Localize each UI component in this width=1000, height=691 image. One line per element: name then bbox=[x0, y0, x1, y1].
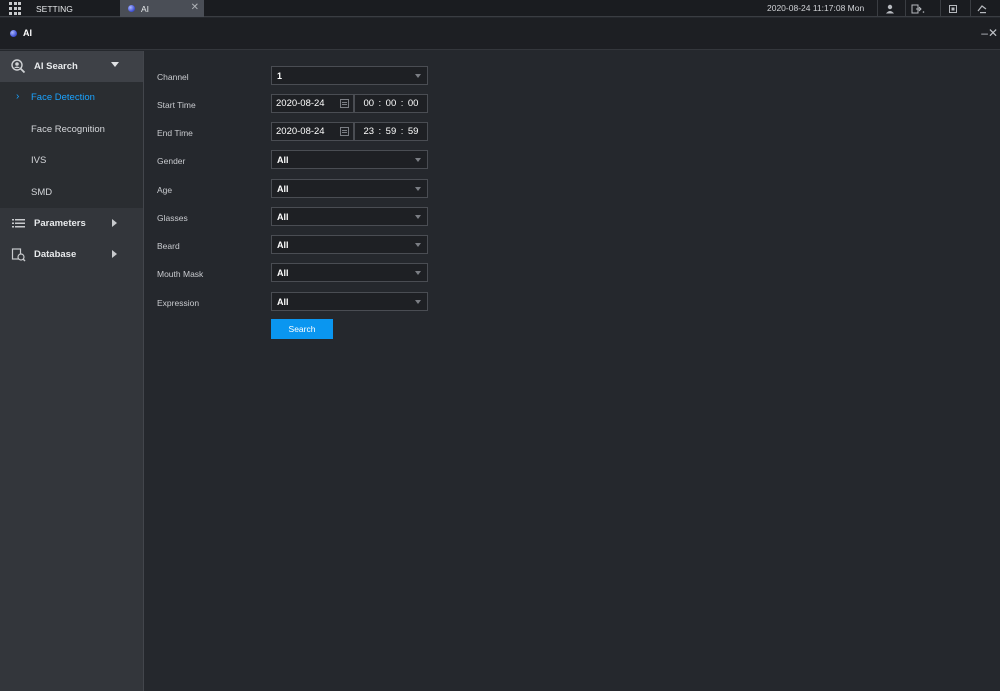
list-icon bbox=[11, 216, 26, 231]
main-menu-grid-icon[interactable] bbox=[9, 2, 22, 15]
sidebar-item-face-detection[interactable]: › Face Detection bbox=[0, 82, 143, 114]
calendar-icon[interactable] bbox=[340, 99, 349, 108]
sidebar-item-face-recognition[interactable]: Face Recognition bbox=[0, 113, 143, 145]
window-title: AI bbox=[10, 28, 32, 38]
gender-select[interactable]: All bbox=[271, 150, 428, 169]
sidebar-item-label: Face Detection bbox=[31, 92, 95, 104]
chevron-down-icon bbox=[415, 271, 421, 275]
beard-select[interactable]: All bbox=[271, 235, 428, 254]
start-date-value: 2020-08-24 bbox=[276, 98, 325, 109]
start-minute[interactable]: 00 bbox=[386, 98, 397, 109]
end-date-input[interactable]: 2020-08-24 bbox=[271, 122, 354, 141]
chevron-down-icon bbox=[415, 243, 421, 247]
tab-setting-label: SETTING bbox=[36, 3, 73, 14]
logout-icon[interactable] bbox=[905, 0, 929, 17]
chevron-right-icon: › bbox=[16, 91, 20, 102]
sidebar-item-label: Face Recognition bbox=[31, 123, 105, 135]
sidebar-item-label: IVS bbox=[31, 155, 47, 167]
window-header: AI –✕ bbox=[0, 18, 1000, 50]
close-icon[interactable]: ✕ bbox=[988, 26, 998, 40]
end-minute[interactable]: 59 bbox=[386, 126, 397, 137]
channel-select[interactable]: 1 bbox=[271, 66, 428, 85]
chevron-down-icon bbox=[415, 215, 421, 219]
sidebar-group-label: Database bbox=[34, 249, 77, 260]
beard-label: Beard bbox=[157, 241, 180, 251]
search-face-icon bbox=[11, 59, 26, 74]
sidebar-group-label: Parameters bbox=[34, 218, 86, 229]
tab-setting[interactable]: SETTING bbox=[36, 0, 73, 17]
mouth-mask-label: Mouth Mask bbox=[157, 269, 204, 279]
sidebar: AI Search › Face Detection Face Recognit… bbox=[0, 51, 144, 691]
fullscreen-icon[interactable] bbox=[940, 0, 964, 17]
calendar-icon[interactable] bbox=[340, 127, 349, 136]
mouth-mask-select[interactable]: All bbox=[271, 263, 428, 282]
chevron-down-icon bbox=[415, 300, 421, 304]
user-icon[interactable] bbox=[877, 0, 901, 17]
chevron-down-icon bbox=[415, 187, 421, 191]
window-title-text: AI bbox=[23, 28, 32, 38]
chevron-down-icon bbox=[111, 62, 119, 67]
gender-label: Gender bbox=[157, 156, 186, 166]
end-time-input[interactable]: 23: 59: 59 bbox=[354, 122, 428, 141]
monitor-icon[interactable] bbox=[970, 0, 994, 17]
time-separator: : bbox=[400, 126, 404, 137]
sidebar-item-smd[interactable]: SMD bbox=[0, 176, 143, 208]
end-hour[interactable]: 23 bbox=[363, 126, 374, 137]
chevron-down-icon bbox=[415, 158, 421, 162]
sidebar-group-ai-search[interactable]: AI Search bbox=[0, 51, 143, 82]
window-controls: –✕ bbox=[981, 26, 998, 40]
start-time-label: Start Time bbox=[157, 100, 196, 110]
mouth-mask-value: All bbox=[277, 267, 289, 278]
search-button[interactable]: Search bbox=[271, 319, 333, 339]
chevron-right-icon bbox=[112, 250, 117, 258]
chevron-right-icon bbox=[112, 219, 117, 227]
close-tab-icon[interactable]: ✕ bbox=[191, 2, 199, 13]
glasses-label: Glasses bbox=[157, 213, 188, 223]
start-second[interactable]: 00 bbox=[408, 98, 419, 109]
start-date-input[interactable]: 2020-08-24 bbox=[271, 94, 354, 113]
end-date-value: 2020-08-24 bbox=[276, 126, 325, 137]
sidebar-group-parameters[interactable]: Parameters bbox=[0, 208, 143, 239]
sidebar-item-label: SMD bbox=[31, 186, 53, 198]
age-select[interactable]: All bbox=[271, 179, 428, 198]
database-icon bbox=[11, 247, 26, 262]
expression-value: All bbox=[277, 296, 289, 307]
time-separator: : bbox=[400, 98, 404, 109]
sidebar-item-ivs[interactable]: IVS bbox=[0, 145, 143, 177]
tab-ai-label: AI bbox=[141, 3, 150, 14]
top-bar: SETTING AI ✕ 2020-08-24 11:17:08 Mon bbox=[0, 0, 1000, 17]
age-label: Age bbox=[157, 185, 173, 195]
sidebar-group-label: AI Search bbox=[34, 61, 78, 72]
face-detection-search-form: Channel 1 Start Time 2020-08-24 00: 00: … bbox=[145, 51, 1000, 691]
end-time-label: End Time bbox=[157, 128, 193, 138]
channel-label: Channel bbox=[157, 72, 189, 82]
tab-ai[interactable]: AI ✕ bbox=[120, 0, 204, 17]
sidebar-group-database[interactable]: Database bbox=[0, 239, 143, 270]
gender-value: All bbox=[277, 154, 289, 165]
channel-value: 1 bbox=[277, 70, 283, 81]
beard-value: All bbox=[277, 239, 289, 250]
time-separator: : bbox=[378, 126, 382, 137]
start-hour[interactable]: 00 bbox=[363, 98, 374, 109]
start-time-input[interactable]: 00: 00: 00 bbox=[354, 94, 428, 113]
age-value: All bbox=[277, 183, 289, 194]
chevron-down-icon bbox=[415, 74, 421, 78]
glasses-select[interactable]: All bbox=[271, 207, 428, 226]
ai-dot-icon bbox=[128, 5, 135, 12]
glasses-value: All bbox=[277, 211, 289, 222]
system-clock: 2020-08-24 11:17:08 Mon bbox=[767, 3, 865, 13]
ai-dot-icon bbox=[10, 29, 17, 37]
minimize-icon[interactable]: – bbox=[981, 26, 988, 40]
time-separator: : bbox=[378, 98, 382, 109]
expression-select[interactable]: All bbox=[271, 292, 428, 311]
expression-label: Expression bbox=[157, 298, 200, 308]
end-second[interactable]: 59 bbox=[408, 126, 419, 137]
